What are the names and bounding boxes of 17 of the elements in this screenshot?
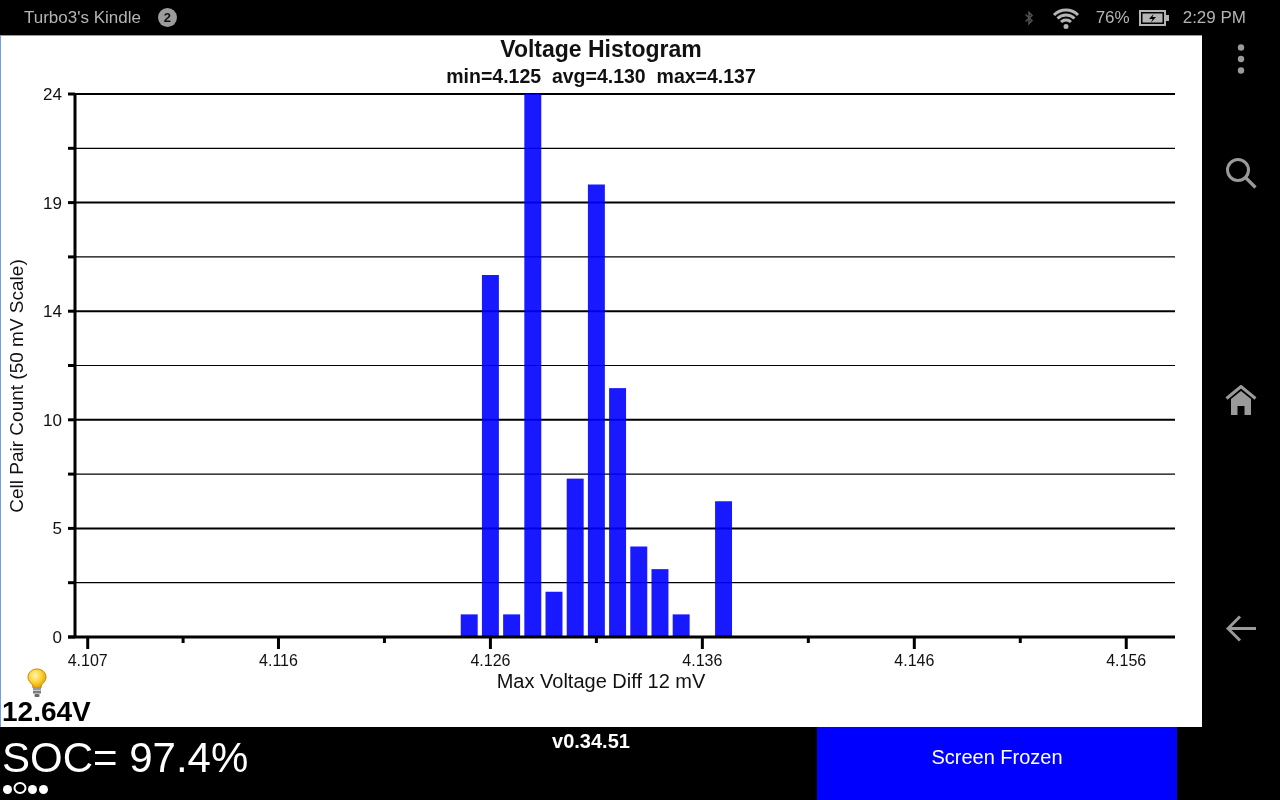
wifi-icon [1050,6,1081,29]
more-options-icon[interactable] [1237,44,1245,74]
axis-tick-label: 4.146 [894,652,935,669]
screen-frozen-button[interactable]: Screen Frozen [817,727,1177,800]
soc-reading: SOC= 97.4% [2,737,249,779]
device-name: Turbo3's Kindle [24,7,141,28]
clock-time: 2:29 PM [1182,7,1246,28]
search-icon[interactable] [1225,157,1257,189]
version-label: v0.34.51 [552,730,630,752]
bluetooth-icon [1023,9,1034,26]
battery-percent: 76% [1095,7,1130,28]
notification-count: 2 [157,8,177,27]
home-icon[interactable] [1225,385,1257,415]
back-arrow-icon[interactable] [1226,615,1256,642]
battery-icon [1138,9,1169,26]
axis-tick-label: 4.156 [1106,652,1147,669]
voltage-reading: 12.64V [1,698,91,726]
